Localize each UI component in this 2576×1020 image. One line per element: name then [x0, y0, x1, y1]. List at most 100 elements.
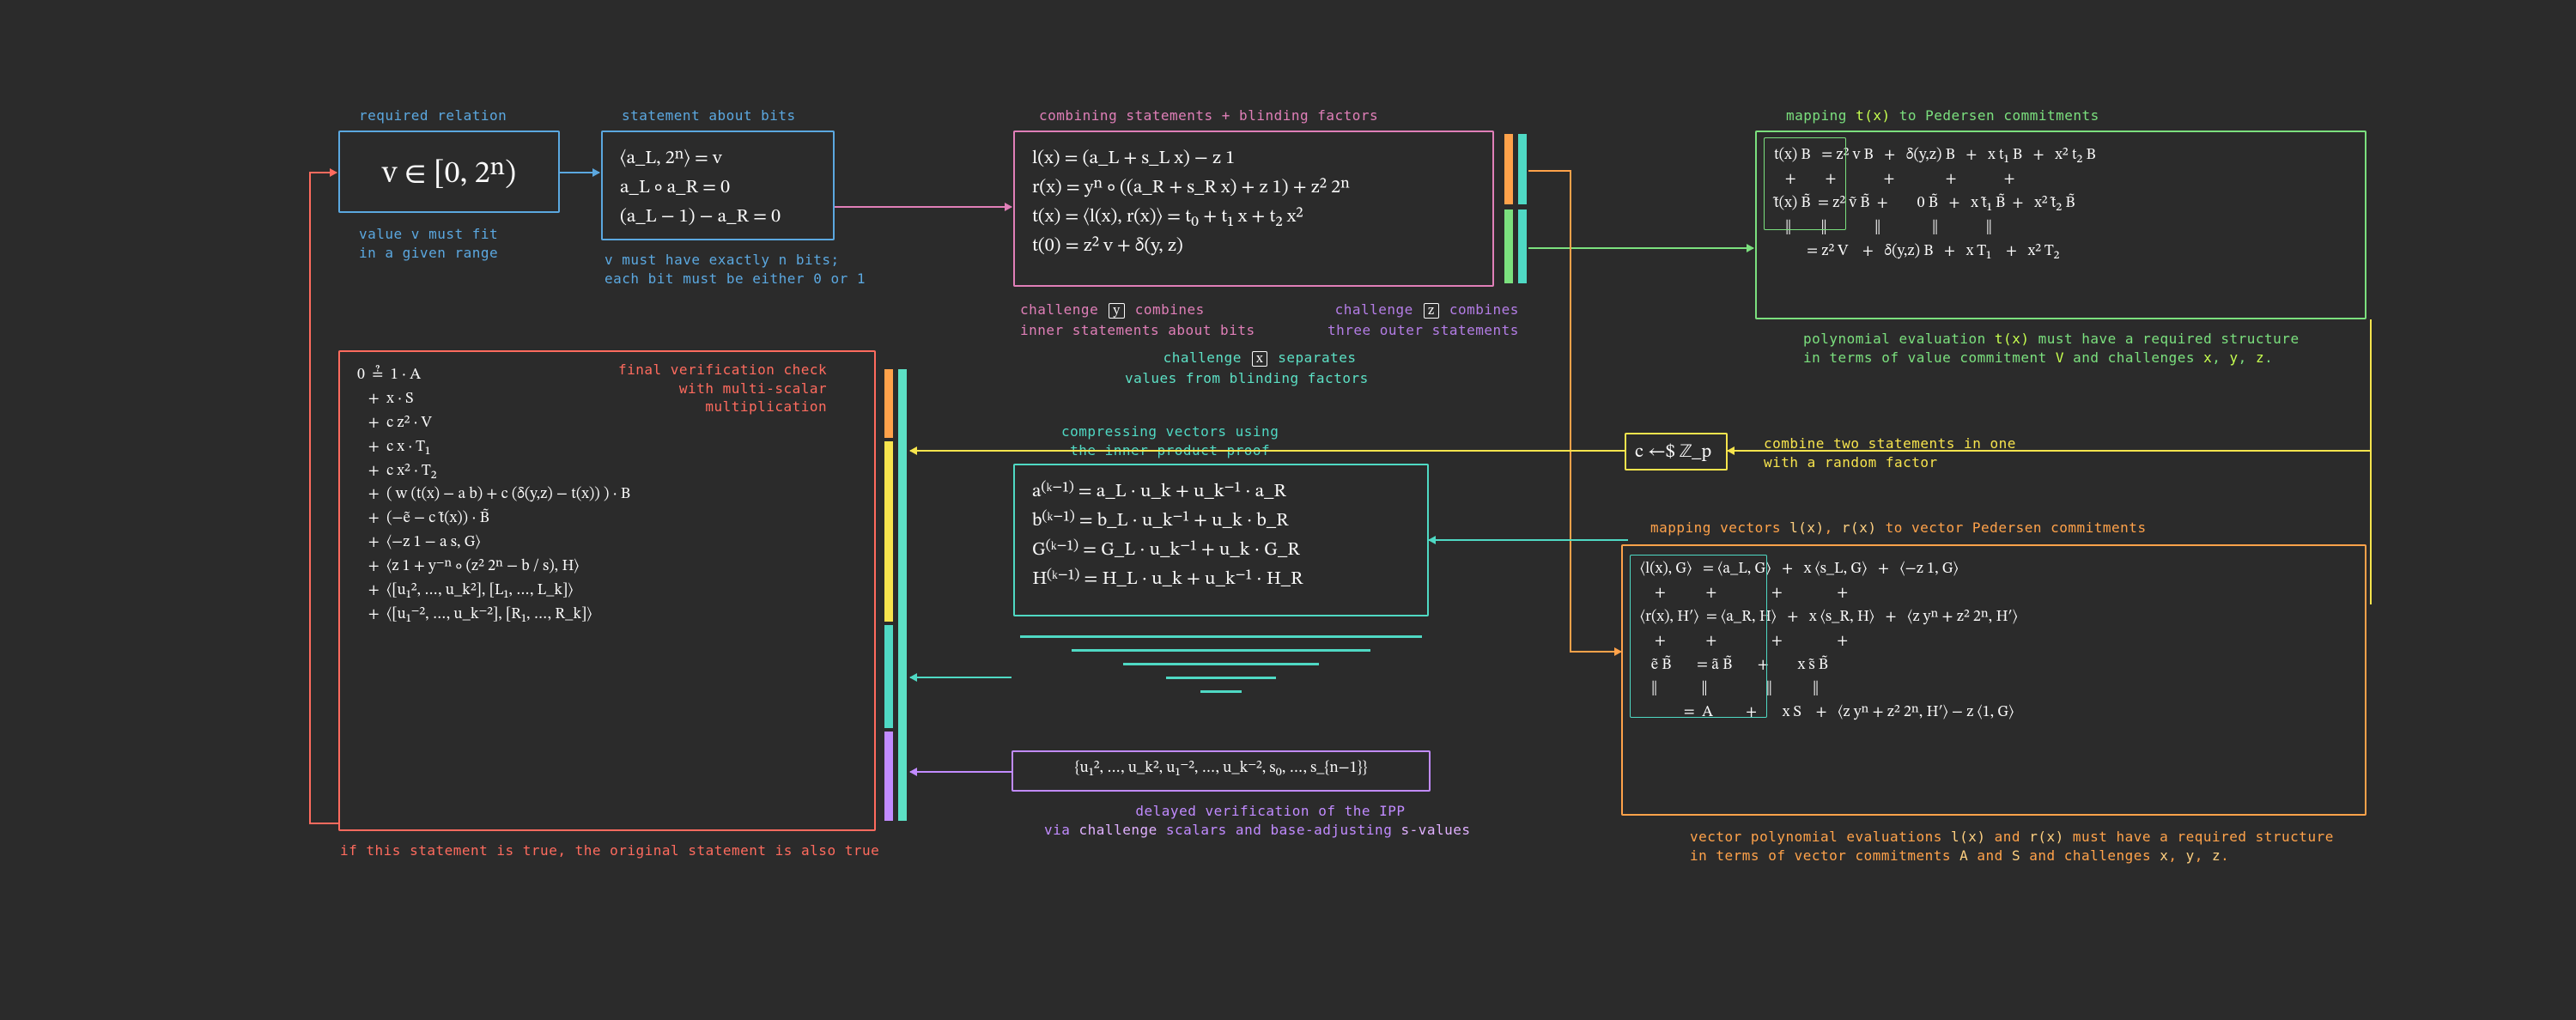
- c-conn-up: [2370, 319, 2372, 452]
- tx-title-post: to Pedersen commitments: [1891, 107, 2099, 124]
- tx-row-4: = z² V + δ(y,z) B + x T₁ + x² T₂: [1774, 240, 2348, 264]
- ipp-cap-challenge: challenge: [1079, 822, 1157, 838]
- chal-z-chip: z: [1424, 303, 1439, 319]
- final-bar-orange: [884, 369, 893, 438]
- final-box: 0 ≟ 1 · A + x · S + c z² · V + c x · T₁ …: [338, 350, 876, 831]
- relation-title: required relation: [359, 106, 507, 125]
- final-bar-purple: [884, 732, 893, 821]
- final-l0: 0 ≟ 1 · A: [357, 364, 857, 388]
- bits-line-1: a_L ∘ a_R = 0: [620, 173, 816, 203]
- vec-cap-x: x: [2160, 847, 2168, 864]
- ipp-caption: delayed verification of the IPP via chal…: [1044, 802, 1471, 839]
- combine-bar-green: [1504, 209, 1513, 283]
- tx-title-pre: mapping: [1786, 107, 1856, 124]
- relation-formula: v ∈ [0, 2ⁿ): [357, 144, 541, 204]
- vec-caption: vector polynomial evaluations l(x) and r…: [1690, 828, 2334, 865]
- ipp-line-1: b⁽ᵏ⁻¹⁾ = b_L · u_k⁻¹ + u_k · b_R: [1032, 507, 1410, 536]
- c-conn-down: [2370, 452, 2372, 604]
- arrow-combine-to-vec-v: [1570, 170, 1571, 653]
- final-l7: + ⟨−z 1 − a s, G⟩: [357, 531, 857, 556]
- vec-cap-lx: l(x): [1951, 829, 1986, 845]
- vec-title: mapping vectors l(x), r(x) to vector Ped…: [1650, 519, 2147, 537]
- final-l9: + ⟨[u₁², …, u_k²], [L₁, …, L_k]⟩: [357, 580, 857, 604]
- chal-y-chip: y: [1109, 303, 1124, 319]
- vec-title-post: to vector Pedersen commitments: [1876, 519, 2146, 536]
- final-bar-mint: [898, 369, 907, 821]
- bits-caption: v must have exactly n bits; each bit mus…: [605, 251, 866, 288]
- c-box: c ←$ ℤ_p: [1625, 433, 1728, 471]
- combine-line-0: l(x) = (a_L + s_L x) − z 1: [1032, 144, 1475, 173]
- vec-cap-y: y: [2186, 847, 2195, 864]
- final-l3: + c x · T₁: [357, 436, 857, 460]
- bits-line-2: (a_L − 1) − a_R = 0: [620, 203, 816, 232]
- combine-bar-teal2: [1518, 209, 1527, 283]
- vec-cap-A: A: [1959, 847, 1968, 864]
- vec-cap-rx: r(x): [2029, 829, 2064, 845]
- arrow-c-to-final: [910, 450, 1625, 452]
- final-l5: + ( w (t(x) − a b) + c (δ(y,z) − t(x)) )…: [357, 483, 857, 507]
- svalues-formula: {u₁², …, u_k², u₁⁻², …, u_k⁻², s₀, …, s_…: [1024, 757, 1419, 781]
- final-l2: + c z² · V: [357, 412, 857, 436]
- vec-inner-highlight: [1630, 555, 1767, 718]
- combine-box: l(x) = (a_L + s_L x) − z 1 r(x) = yⁿ ∘ (…: [1013, 131, 1494, 287]
- arrow-sval-to-final: [910, 771, 1012, 773]
- tx-row-3: ‖ ‖ ‖ ‖ ‖: [1774, 216, 2348, 240]
- arrow-relation-to-bits: [560, 172, 599, 173]
- combine-title: combining statements + blinding factors: [1039, 106, 1378, 125]
- vec-title-lx: l(x): [1789, 519, 1825, 536]
- combine-line-1: r(x) = yⁿ ∘ ((a_R + s_R x) + z 1) + z² 2…: [1032, 173, 1475, 203]
- tx-cap-y: y: [2230, 349, 2239, 366]
- tx-cap-tx: t(x): [1995, 331, 2030, 347]
- vec-title-rx: r(x): [1842, 519, 1877, 536]
- c-caption: combine two statements in one with a ran…: [1764, 434, 2016, 471]
- tx-box: t(x) B = z² v B + δ(y,z) B + x t₁ B + x²…: [1755, 131, 2366, 319]
- bits-line-0: ⟨a_L, 2ⁿ⟩ = v: [620, 144, 816, 173]
- bits-title: statement about bits: [622, 106, 796, 125]
- bits-box: ⟨a_L, 2ⁿ⟩ = v a_L ∘ a_R = 0 (a_L − 1) − …: [601, 131, 835, 240]
- combine-bar-orange: [1504, 134, 1513, 204]
- vec-title-pre: mapping vectors: [1650, 519, 1789, 536]
- ipp-title: compressing vectors using the inner prod…: [1061, 422, 1279, 459]
- tx-row-0: t(x) B = z² v B + δ(y,z) B + x t₁ B + x²…: [1774, 144, 2348, 168]
- ipp-line-0: a⁽ᵏ⁻¹⁾ = a_L · u_k + u_k⁻¹ · a_R: [1032, 477, 1410, 507]
- tx-inner-highlight: [1764, 137, 1846, 230]
- combine-line-2: t(x) = ⟨l(x), r(x)⟩ = t₀ + t₁ x + t₂ x²: [1032, 203, 1475, 232]
- combine-caption-x: challenge x separates values from blindi…: [1125, 349, 1369, 387]
- final-l1: + x · S: [357, 388, 857, 412]
- vec-cap-z: z: [2212, 847, 2221, 864]
- ipp-cap-sval: s-values: [1400, 822, 1470, 838]
- tx-cap-z: z: [2256, 349, 2264, 366]
- vec-title-sep: ,: [1825, 519, 1842, 536]
- ipp-fan-icon: [1020, 635, 1422, 704]
- arrow-ipp-to-final: [910, 677, 1012, 678]
- final-bar-teal: [884, 625, 893, 728]
- combine-caption-y: challenge y combines inner statements ab…: [1020, 301, 1255, 339]
- ipp-line-2: G⁽ᵏ⁻¹⁾ = G_L · u_k⁻¹ + u_k · G_R: [1032, 536, 1410, 565]
- combine-caption-z: challenge z combines three outer stateme…: [1327, 301, 1519, 339]
- arrow-combine-to-tx: [1528, 247, 1753, 249]
- svalues-box: {u₁², …, u_k², u₁⁻², …, u_k⁻², s₀, …, s_…: [1012, 750, 1431, 792]
- relation-caption: value v must fit in a given range: [359, 225, 498, 262]
- tx-row-1: + + + + +: [1774, 168, 2348, 192]
- tx-title-code: t(x): [1856, 107, 1891, 124]
- tx-row-2: t̃(x) B̃ = z² ṽ B̃ + 0 B̃ + x t̃₁ B̃ + x…: [1774, 192, 2348, 216]
- chal-x-chip: x: [1252, 351, 1267, 367]
- final-bar-yellow: [884, 441, 893, 622]
- arrow-final-loop-v: [309, 172, 311, 824]
- arrow-combine-to-vec-h2: [1570, 651, 1621, 653]
- ipp-line-3: H⁽ᵏ⁻¹⁾ = H_L · u_k + u_k⁻¹ · H_R: [1032, 565, 1410, 594]
- ipp-box: a⁽ᵏ⁻¹⁾ = a_L · u_k + u_k⁻¹ · a_R b⁽ᵏ⁻¹⁾ …: [1013, 464, 1429, 616]
- vec-cap-S: S: [2012, 847, 2020, 864]
- tx-cap-V: V: [2056, 349, 2064, 366]
- arrow-combine-to-vec-h1: [1528, 170, 1571, 172]
- tx-cap-x: x: [2203, 349, 2212, 366]
- c-conn-h: [1728, 450, 2370, 452]
- arrow-final-loop-bot: [309, 823, 340, 824]
- tx-title: mapping t(x) to Pedersen commitments: [1786, 106, 2099, 125]
- combine-line-3: t(0) = z² v + δ(y, z): [1032, 232, 1475, 261]
- combine-bar-teal: [1518, 134, 1527, 204]
- tx-caption: polynomial evaluation t(x) must have a r…: [1803, 330, 2300, 367]
- final-l8: + ⟨z 1 + y⁻ⁿ ∘ (z² 2ⁿ − b / s), H⟩: [357, 556, 857, 580]
- final-l10: + ⟨[u₁⁻², …, u_k⁻²], [R₁, …, R_k]⟩: [357, 604, 857, 628]
- final-l6: + (−ẽ − c t̃(x)) · B̃: [357, 507, 857, 531]
